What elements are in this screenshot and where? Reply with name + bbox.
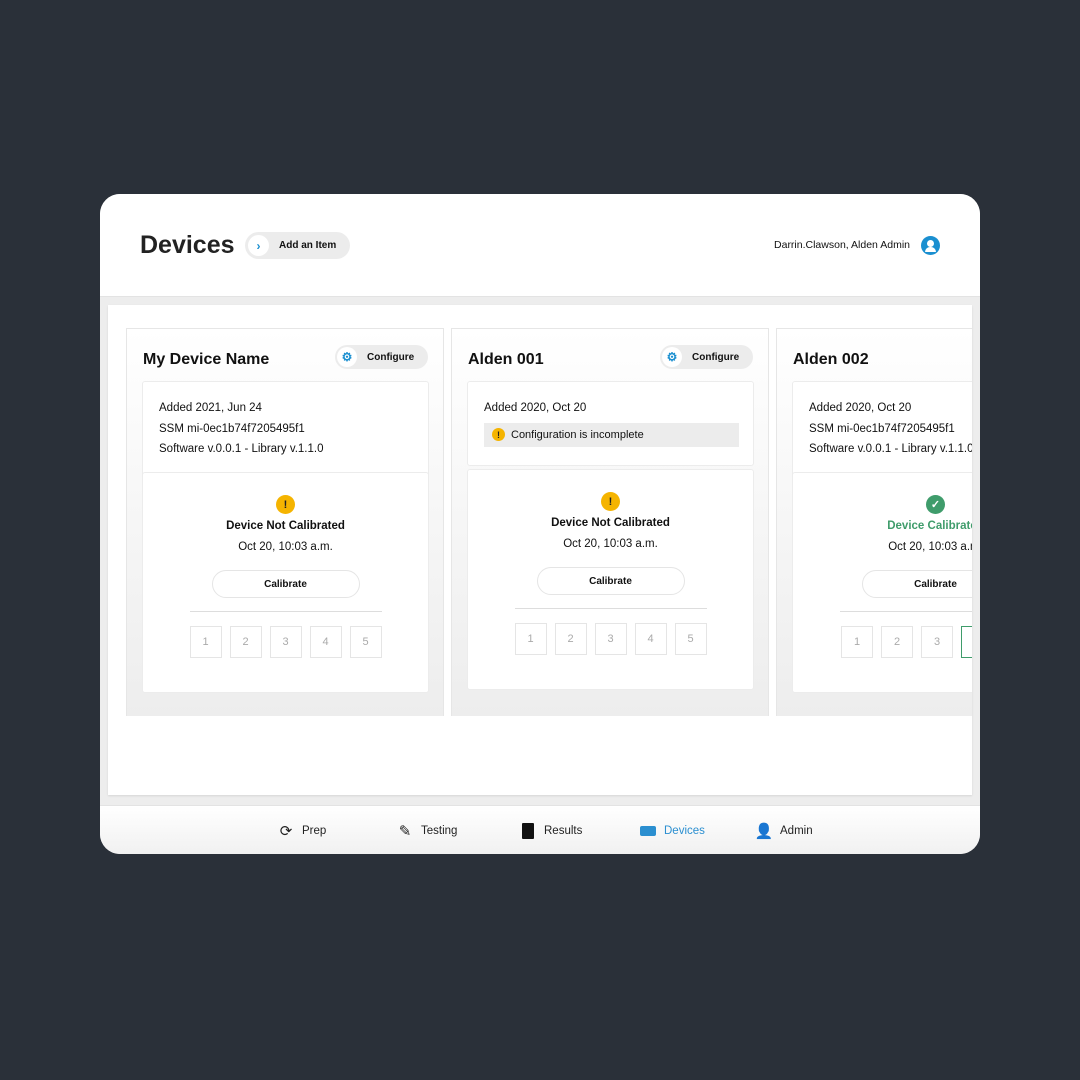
add-item-button[interactable]: › Add an Item bbox=[245, 232, 350, 259]
gear-icon: ⚙ bbox=[337, 347, 357, 367]
header: Devices › Add an Item Darrin.Clawson, Ald… bbox=[100, 194, 980, 297]
nav-results[interactable]: Results bbox=[520, 823, 582, 839]
warning-icon: ! bbox=[276, 495, 295, 514]
step-5[interactable]: 5 bbox=[674, 623, 707, 655]
status-text: Device Calibrated bbox=[887, 520, 972, 532]
status-date: Oct 20, 10:03 a.m. bbox=[238, 541, 333, 553]
configure-label: Configure bbox=[367, 351, 415, 363]
chevron-right-icon: › bbox=[248, 235, 269, 256]
ssm-id: SSM mi-0ec1b74f7205495f1 bbox=[809, 422, 955, 435]
bottom-nav: ⟳ Prep ✎ Testing Results Devices 👤 Admin bbox=[100, 805, 980, 854]
gear-icon: ⚙ bbox=[662, 347, 682, 367]
page-title: Devices bbox=[140, 231, 235, 259]
calibration-status: ! Device Not Calibrated Oct 20, 10:03 a.… bbox=[142, 472, 429, 693]
step-list: 1 2 3 4 5 bbox=[143, 626, 428, 658]
step-list: 1 2 3 4 5 bbox=[468, 623, 753, 655]
warning-icon: ! bbox=[492, 428, 505, 442]
add-item-label: Add an Item bbox=[279, 240, 337, 251]
software-version: Software v.0.0.1 - Library v.1.1.0 bbox=[809, 443, 972, 455]
status-date: Oct 20, 10:03 a.m. bbox=[888, 541, 972, 553]
status-text: Device Not Calibrated bbox=[551, 517, 670, 529]
device-card: My Device Name ⚙ Configure Added 2021, Ju… bbox=[126, 328, 444, 716]
device-info: Added 2020, Oct 20 SSM mi-0ec1b74f720549… bbox=[792, 381, 972, 477]
nav-testing[interactable]: ✎ Testing bbox=[397, 823, 458, 840]
step-3[interactable]: 3 bbox=[594, 623, 627, 655]
step-list: 1 2 3 4 bbox=[793, 626, 972, 658]
clipboard-icon bbox=[520, 823, 536, 839]
divider bbox=[839, 611, 972, 612]
boxes-icon bbox=[640, 823, 656, 839]
step-5[interactable]: 5 bbox=[349, 626, 382, 658]
software-version: Software v.0.0.1 - Library v.1.1.0 bbox=[159, 443, 324, 455]
step-4-selected[interactable]: 4 bbox=[961, 626, 972, 658]
calibration-status: ! Device Not Calibrated Oct 20, 10:03 a.… bbox=[467, 469, 754, 690]
nav-label: Prep bbox=[302, 825, 327, 837]
nav-label: Testing bbox=[421, 825, 458, 837]
check-circle-icon: ✓ bbox=[926, 495, 945, 514]
calibrate-button[interactable]: Calibrate bbox=[211, 570, 360, 598]
devices-panel: My Device Name ⚙ Configure Added 2021, Ju… bbox=[108, 305, 972, 795]
configure-button[interactable]: ⚙ Configure bbox=[660, 345, 753, 369]
config-warning: ! Configuration is incomplete bbox=[484, 422, 739, 447]
step-2[interactable]: 2 bbox=[229, 626, 262, 658]
calibrate-button[interactable]: Calibrate bbox=[861, 570, 972, 598]
device-card: Alden 001 ⚙ Configure Added 2020, Oct 20 … bbox=[451, 328, 769, 716]
added-date: Added 2020, Oct 20 bbox=[484, 402, 587, 414]
device-name: My Device Name bbox=[143, 351, 270, 368]
step-1[interactable]: 1 bbox=[189, 626, 222, 658]
device-name: Alden 001 bbox=[468, 351, 544, 368]
step-4[interactable]: 4 bbox=[309, 626, 342, 658]
step-1[interactable]: 1 bbox=[514, 623, 547, 655]
step-4[interactable]: 4 bbox=[634, 623, 667, 655]
step-2[interactable]: 2 bbox=[881, 626, 913, 658]
device-card: Alden 002 Added 2020, Oct 20 SSM mi-0ec1… bbox=[776, 328, 972, 716]
device-info: Added 2020, Oct 20 ! Configuration is inc… bbox=[467, 381, 754, 466]
nav-prep[interactable]: ⟳ Prep bbox=[278, 823, 327, 840]
status-text: Device Not Calibrated bbox=[226, 520, 345, 532]
device-name: Alden 002 bbox=[793, 351, 869, 368]
status-date: Oct 20, 10:03 a.m. bbox=[563, 538, 658, 550]
app-window: Devices › Add an Item Darrin.Clawson, Ald… bbox=[100, 194, 980, 854]
device-info: Added 2021, Jun 24 SSM mi-0ec1b74f720549… bbox=[142, 381, 429, 477]
content-area: My Device Name ⚙ Configure Added 2021, Ju… bbox=[100, 297, 980, 805]
user-name: Darrin.Clawson, Alden Admin bbox=[774, 239, 910, 251]
added-date: Added 2020, Oct 20 bbox=[809, 402, 912, 414]
warning-icon: ! bbox=[601, 492, 620, 511]
nav-devices[interactable]: Devices bbox=[640, 823, 705, 839]
user-gear-icon: 👤 bbox=[754, 823, 774, 840]
calibration-status: ✓ Device Calibrated Oct 20, 10:03 a.m. C… bbox=[792, 472, 972, 693]
test-tube-icon: ✎ bbox=[398, 823, 412, 840]
added-date: Added 2021, Jun 24 bbox=[159, 402, 262, 414]
user-avatar-icon[interactable] bbox=[921, 236, 940, 255]
divider bbox=[189, 611, 382, 612]
warning-text: Configuration is incomplete bbox=[511, 428, 644, 441]
configure-button[interactable]: ⚙ Configure bbox=[335, 345, 428, 369]
nav-admin[interactable]: 👤 Admin bbox=[754, 823, 813, 840]
step-3[interactable]: 3 bbox=[921, 626, 953, 658]
calibrate-button[interactable]: Calibrate bbox=[536, 567, 685, 595]
ssm-id: SSM mi-0ec1b74f7205495f1 bbox=[159, 422, 305, 435]
step-1[interactable]: 1 bbox=[841, 626, 873, 658]
step-3[interactable]: 3 bbox=[269, 626, 302, 658]
nav-label: Admin bbox=[780, 825, 813, 837]
step-2[interactable]: 2 bbox=[554, 623, 587, 655]
divider bbox=[514, 608, 707, 609]
configure-label: Configure bbox=[692, 351, 740, 363]
nav-label: Devices bbox=[664, 825, 705, 837]
nav-label: Results bbox=[544, 825, 583, 837]
refresh-icon: ⟳ bbox=[279, 823, 293, 840]
